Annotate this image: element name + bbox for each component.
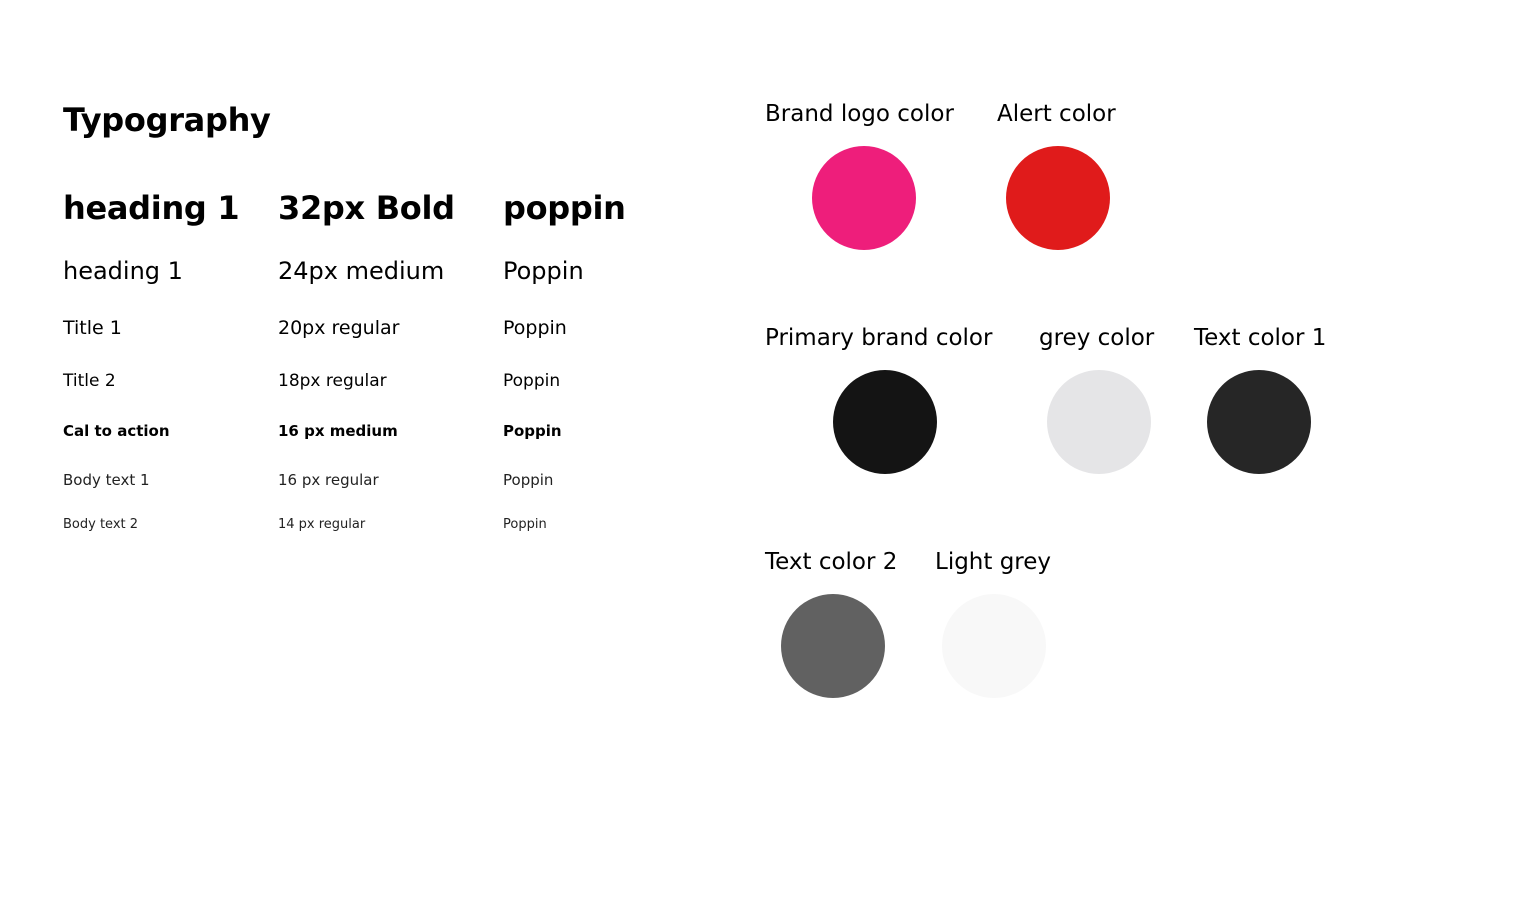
- swatch-label-light-grey: Light grey: [935, 549, 1052, 575]
- swatch-alert-circle: [1006, 146, 1110, 250]
- swatch-text-color-1-circle: [1207, 370, 1311, 474]
- swatch-light-grey-circle: [942, 594, 1046, 698]
- typo-style-name: heading 1: [63, 189, 240, 227]
- typo-style-name: Body text 1: [63, 471, 150, 489]
- swatch-primary-brand-circle: [833, 370, 937, 474]
- typo-style-spec: 14 px regular: [278, 517, 366, 532]
- swatch-label-brand-logo: Brand logo color: [765, 101, 954, 127]
- typo-style-font: Poppin: [503, 317, 567, 339]
- typo-style-font: Poppin: [503, 257, 584, 285]
- typo-style-font: Poppin: [503, 471, 554, 489]
- typo-style-name: heading 1: [63, 257, 183, 285]
- swatch-label-alert: Alert color: [997, 101, 1116, 127]
- typo-style-spec: 32px Bold: [278, 189, 455, 227]
- typo-style-name: Cal to action: [63, 422, 170, 440]
- swatch-grey-circle: [1047, 370, 1151, 474]
- typo-style-font: Poppin: [503, 422, 562, 440]
- typo-style-name: Title 1: [63, 317, 122, 339]
- typo-style-spec: 18px regular: [278, 371, 387, 391]
- typography-title: Typography: [63, 101, 271, 139]
- typo-style-spec: 16 px regular: [278, 471, 379, 489]
- typo-style-name: Body text 2: [63, 517, 139, 532]
- swatch-label-primary-brand: Primary brand color: [765, 325, 993, 351]
- swatch-label-text-color-1: Text color 1: [1194, 325, 1327, 351]
- swatch-text-color-2-circle: [781, 594, 885, 698]
- typo-style-font: Poppin: [503, 517, 547, 532]
- typo-style-font: poppin: [503, 189, 626, 227]
- typo-style-name: Title 2: [63, 371, 116, 391]
- typo-style-spec: 16 px medium: [278, 422, 398, 440]
- swatch-brand-logo-circle: [812, 146, 916, 250]
- typo-style-font: Poppin: [503, 371, 561, 391]
- swatch-label-text-color-2: Text color 2: [765, 549, 898, 575]
- typo-style-spec: 24px medium: [278, 257, 445, 285]
- swatch-label-grey: grey color: [1039, 325, 1155, 351]
- typo-style-spec: 20px regular: [278, 317, 400, 339]
